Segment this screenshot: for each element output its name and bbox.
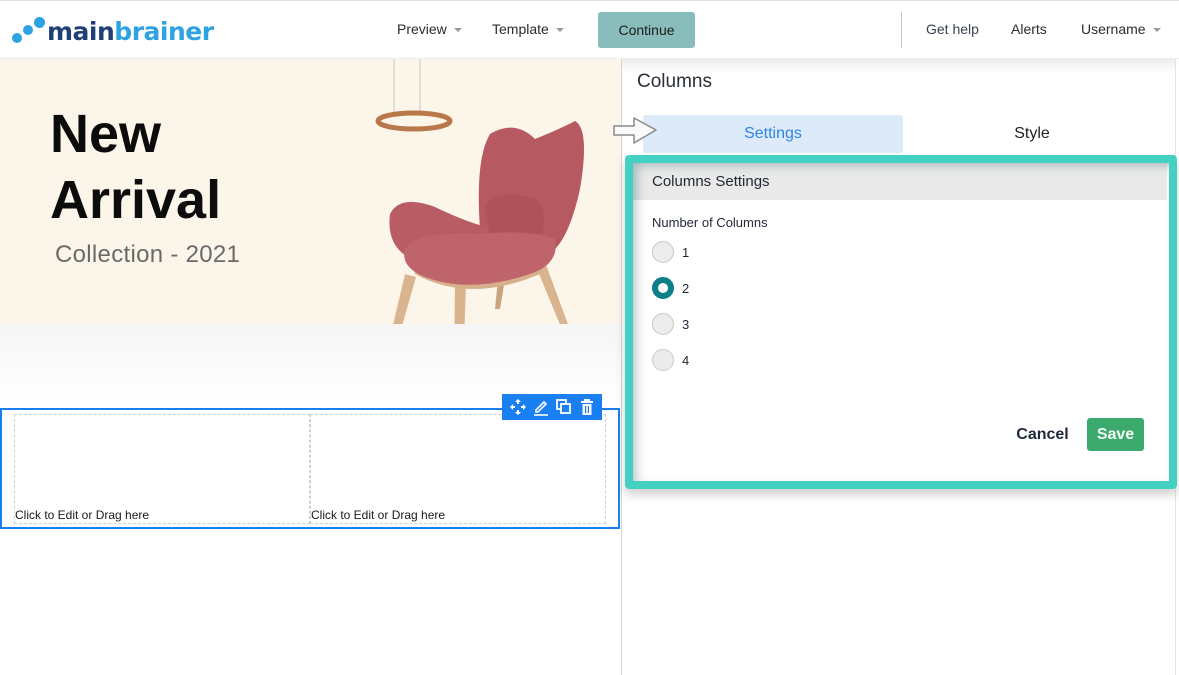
move-icon[interactable] (508, 397, 528, 417)
username-label: Username (1081, 21, 1146, 37)
email-canvas: New Arrival Collection - 2021 Click to E… (0, 59, 621, 675)
column-cell[interactable]: Click to Edit or Drag here (14, 414, 310, 524)
hero-title: New Arrival (50, 104, 222, 230)
chevron-down-icon (1152, 27, 1161, 32)
hero-floor (0, 324, 621, 404)
template-label: Template (492, 21, 549, 37)
logo-text: mainbrainer (47, 16, 214, 46)
tab-settings[interactable]: Settings (643, 115, 903, 153)
highlight-frame (625, 155, 1177, 489)
top-bar: mainbrainer Preview Template Continue Ge… (0, 0, 1179, 59)
preview-menu[interactable]: Preview (397, 21, 462, 37)
delete-icon[interactable] (577, 397, 597, 417)
divider (901, 12, 902, 48)
preview-label: Preview (397, 21, 447, 37)
duplicate-icon[interactable] (554, 397, 574, 417)
column-cell[interactable]: Click to Edit or Drag here (310, 414, 606, 524)
logo-dots-icon (10, 14, 46, 48)
template-menu[interactable]: Template (492, 21, 564, 37)
hero-subtitle: Collection - 2021 (55, 241, 241, 268)
chevron-down-icon (453, 27, 462, 32)
username-menu[interactable]: Username (1081, 21, 1161, 37)
block-toolbar (502, 394, 602, 420)
tab-style[interactable]: Style (903, 115, 1161, 153)
column-placeholder: Click to Edit or Drag here (15, 508, 150, 522)
get-help-link[interactable]: Get help (926, 21, 979, 37)
continue-button[interactable]: Continue (598, 12, 695, 48)
columns-block[interactable]: Click to Edit or Drag here Click to Edit… (0, 408, 620, 529)
panel-title: Columns (637, 71, 712, 92)
edit-icon[interactable] (531, 397, 551, 417)
mainbrainer-logo[interactable]: mainbrainer (10, 14, 214, 48)
column-placeholder: Click to Edit or Drag here (311, 508, 446, 522)
chevron-down-icon (555, 27, 564, 32)
pointer-arrow-icon (613, 117, 657, 144)
hero-banner[interactable]: New Arrival Collection - 2021 (0, 59, 621, 377)
alerts-link[interactable]: Alerts (1011, 21, 1047, 37)
